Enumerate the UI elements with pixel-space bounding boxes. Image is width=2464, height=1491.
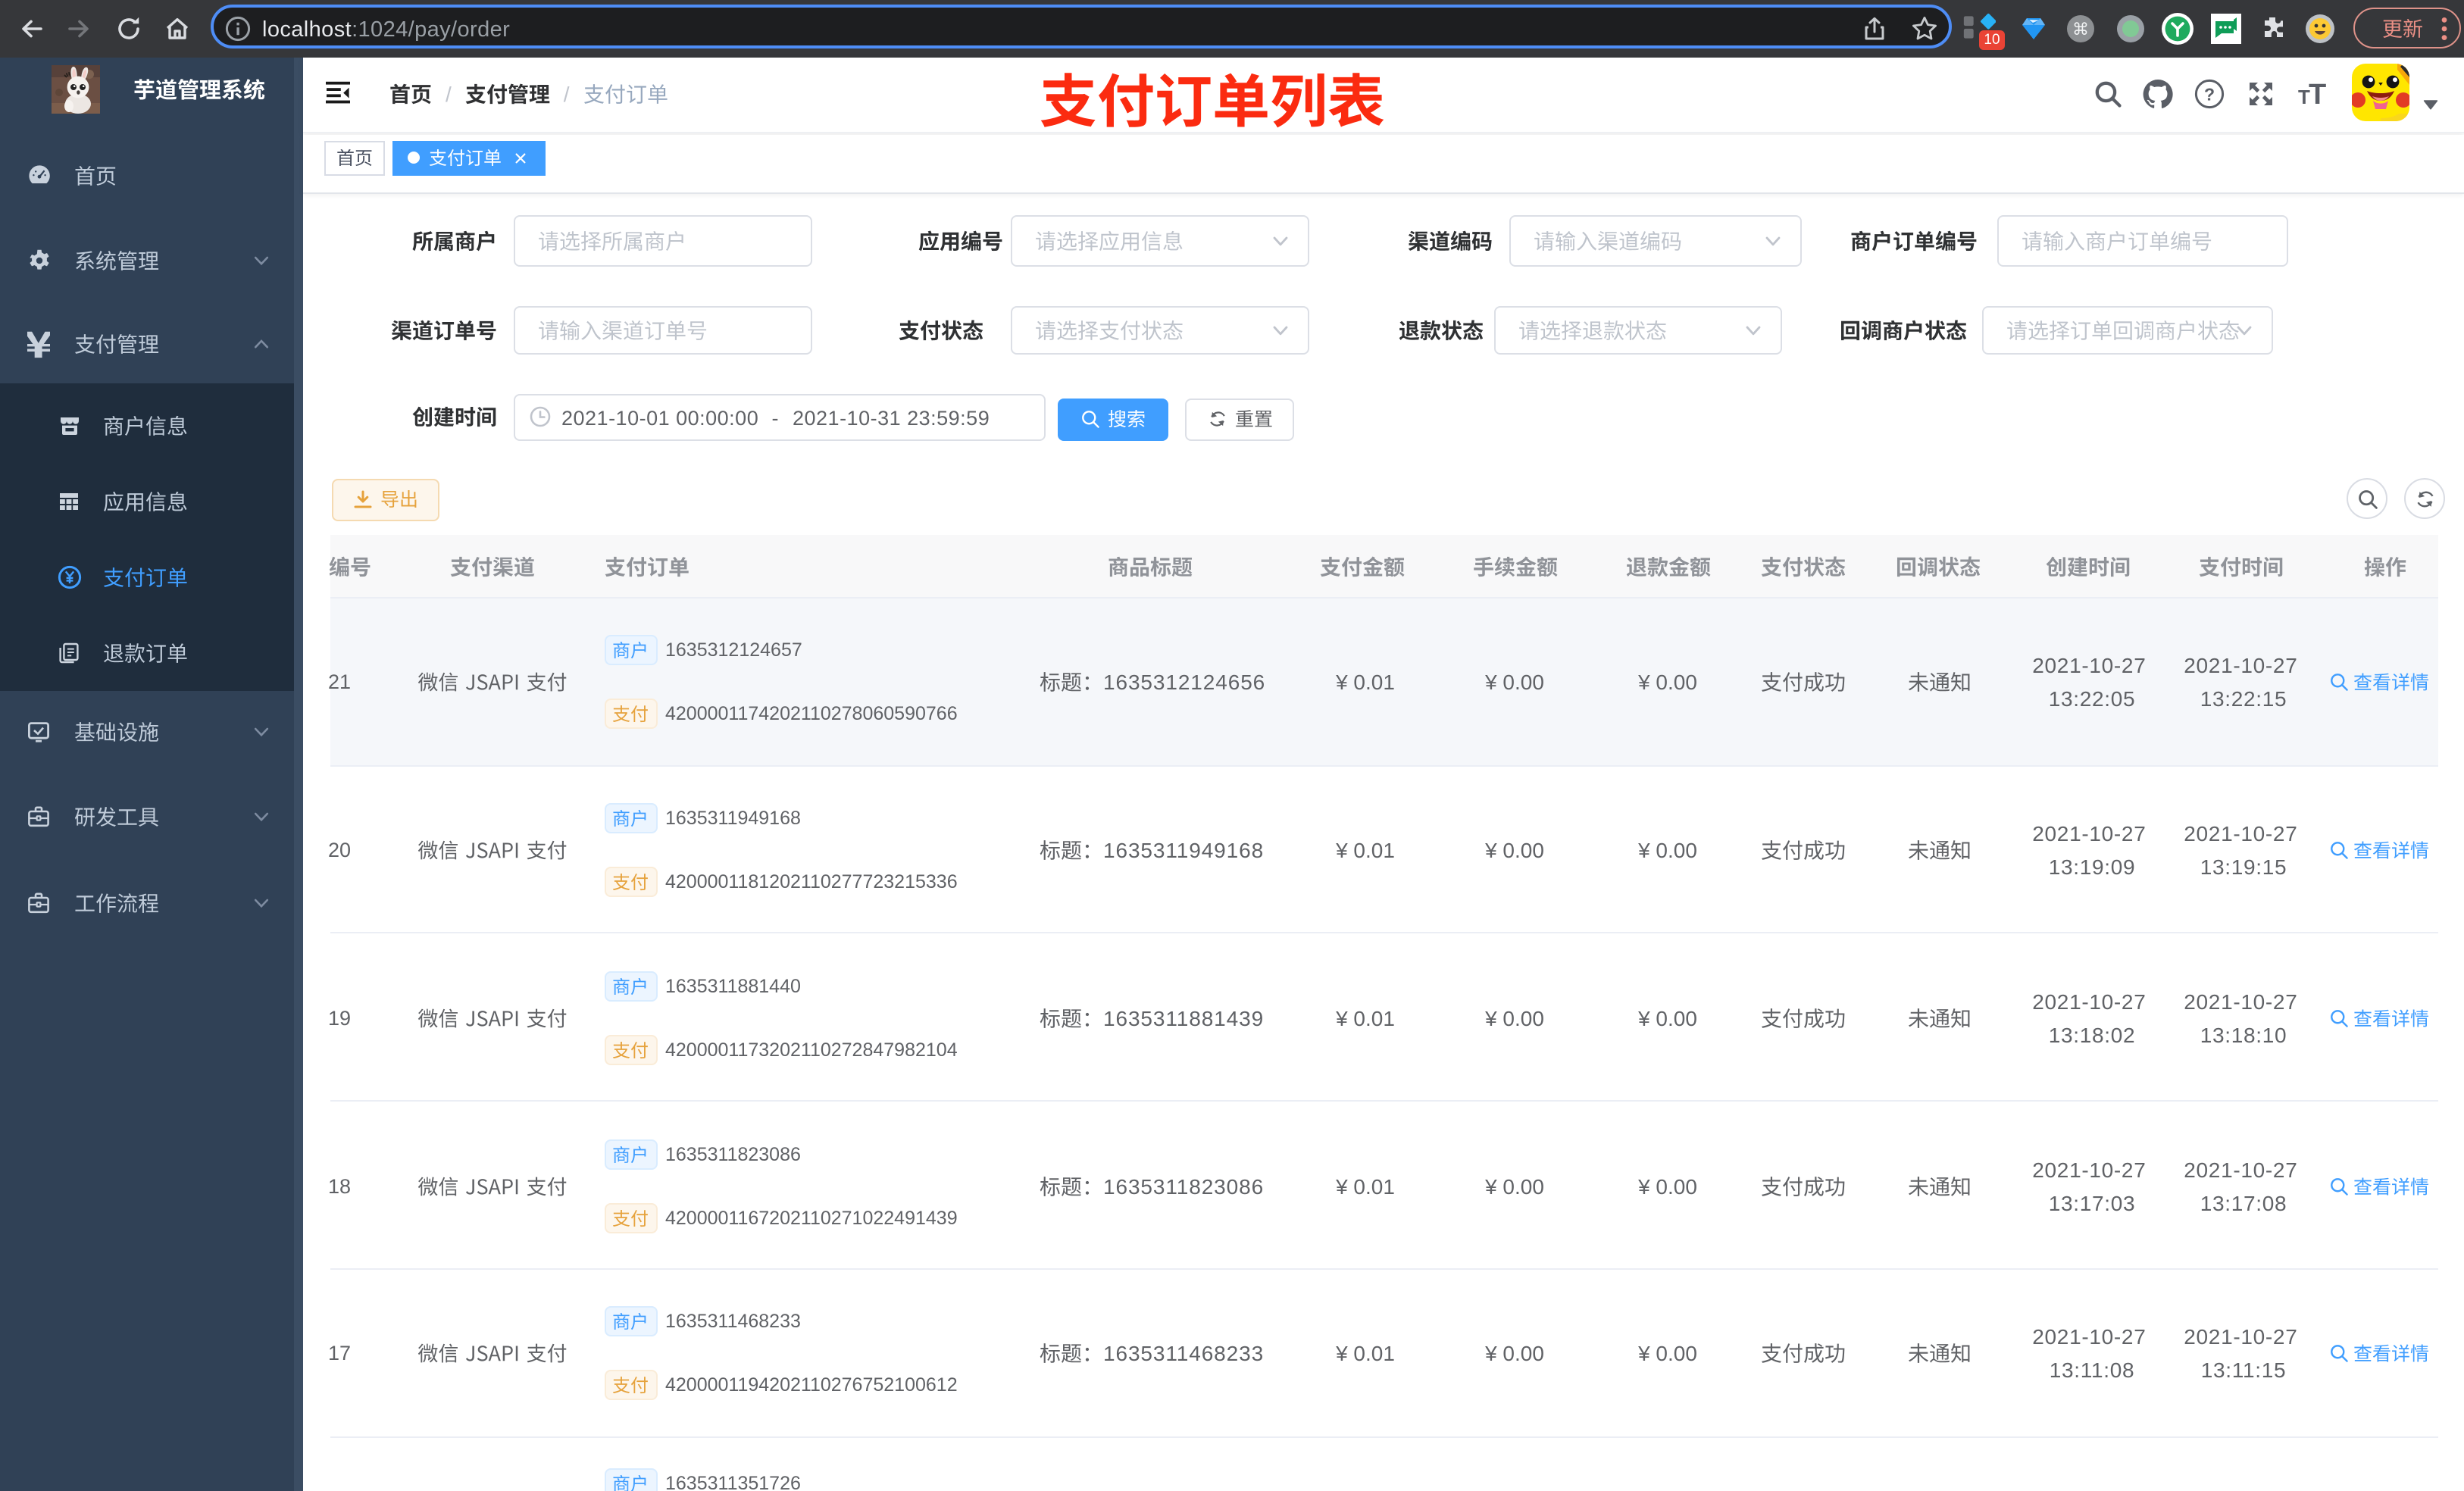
svg-text:?: ? xyxy=(2203,83,2214,103)
svg-text:T: T xyxy=(2309,79,2326,108)
svg-text:⌘: ⌘ xyxy=(2072,19,2089,38)
